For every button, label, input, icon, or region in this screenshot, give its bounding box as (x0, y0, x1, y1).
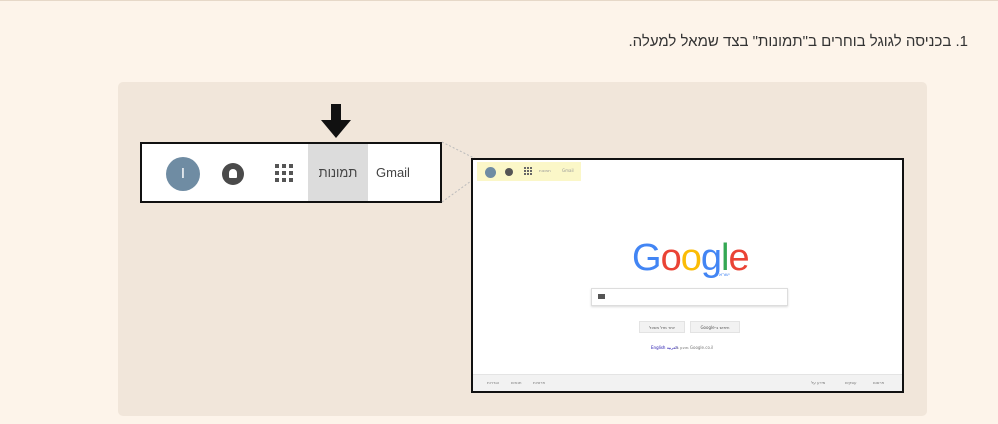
images-link[interactable]: תמונות (308, 144, 368, 201)
footer-link[interactable]: הגדרות (487, 380, 499, 385)
arrow-down-icon (321, 104, 351, 138)
google-logo: Google (632, 237, 750, 279)
offered-in-text: Google.co.il מוצע ב: (675, 345, 714, 350)
footer-link[interactable]: מידע על (811, 380, 825, 385)
instruction-text: 1. בכניסה לגוגל בוחרים ב"תמונות" בצד שמא… (628, 33, 968, 50)
notifications-icon[interactable] (222, 163, 244, 185)
zoomed-google-top-bar: I תמונות Gmail (140, 142, 442, 203)
apps-grid-icon[interactable] (275, 164, 293, 182)
mini-apps-grid-icon[interactable] (524, 167, 533, 176)
lucky-button[interactable]: יותר מזל משכל (639, 321, 685, 333)
footer: הגדרות תנאים פרטיות מידע על עסקים פרסום (473, 374, 902, 391)
logo-region-label: ישראל (716, 272, 730, 278)
mini-notifications-icon[interactable] (505, 168, 513, 176)
gmail-link[interactable]: Gmail (376, 144, 410, 201)
search-input[interactable] (591, 288, 788, 306)
top-border (0, 0, 998, 1)
footer-link[interactable]: תנאים (511, 380, 521, 385)
google-search-button[interactable]: חיפוש ב-Google (690, 321, 740, 333)
keyboard-icon[interactable] (598, 294, 605, 299)
language-links[interactable]: English العربية (651, 345, 678, 350)
footer-link[interactable]: פרסום (873, 380, 884, 385)
mini-gmail-link[interactable]: Gmail (562, 168, 574, 173)
footer-link[interactable]: עסקים (845, 380, 857, 385)
google-homepage-screenshot: תמונות Gmail Google ישראל יותר מזל משכל … (471, 158, 904, 393)
mini-images-link[interactable]: תמונות (539, 168, 551, 173)
mini-avatar[interactable] (485, 167, 496, 178)
footer-link[interactable]: פרטיות (533, 380, 545, 385)
account-avatar[interactable]: I (166, 157, 200, 191)
